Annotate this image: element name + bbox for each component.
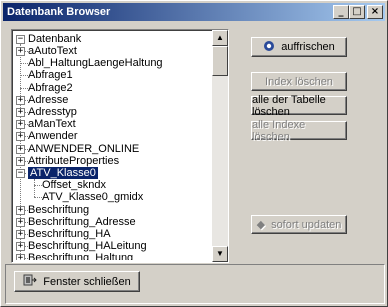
tree-item-label: ANWENDER_ONLINE xyxy=(28,142,140,155)
tree-item-label: Offset_skndx xyxy=(42,179,106,192)
tree-content: − Datenbank + aAutoText Abl_HaltungLaengeH… xyxy=(14,32,212,260)
tree-item-label: aManText xyxy=(28,118,76,131)
tree-child-guide-line xyxy=(34,179,35,198)
minimize-button[interactable]: _ xyxy=(333,5,349,19)
close-button[interactable]: × xyxy=(367,5,383,19)
tree-item[interactable]: ATV_Klasse0 xyxy=(27,166,99,180)
database-tree[interactable]: − Datenbank + aAutoText Abl_HaltungLaengeH… xyxy=(11,29,229,263)
tree-item-label: Abl_HaltungLaengeHaltung xyxy=(28,57,163,70)
delete-index-button[interactable]: Index löschen xyxy=(251,72,347,91)
delete-all-indexes-label: alle Indexe löschen xyxy=(252,118,306,143)
update-now-button[interactable]: ◆ sofort updaten xyxy=(251,215,347,234)
scroll-up-arrow-icon[interactable]: ▲ xyxy=(212,30,228,46)
root-collapse-icon[interactable]: − xyxy=(16,35,25,44)
tree-item[interactable]: Abfrage1 xyxy=(28,69,73,82)
update-now-label: sofort updaten xyxy=(271,218,342,231)
tree-item[interactable]: ANWENDER_ONLINE xyxy=(28,143,139,156)
tree-item[interactable]: aAutoText xyxy=(28,45,77,58)
tree-item[interactable]: Anwender xyxy=(28,130,78,143)
tree-item[interactable]: Abfrage2 xyxy=(28,82,73,95)
tree-item-label: Anwender xyxy=(28,130,78,143)
tree-item-label: AttributeProperties xyxy=(28,154,120,167)
expand-icon[interactable]: + xyxy=(16,254,25,260)
exit-door-icon xyxy=(23,274,37,289)
tree-root-label: Datenbank xyxy=(28,33,82,45)
expand-icon[interactable]: + xyxy=(16,230,25,239)
tree-item[interactable]: Beschriftung xyxy=(28,204,89,217)
tree-connector-line xyxy=(34,197,42,199)
expand-icon[interactable]: + xyxy=(16,144,25,154)
tree-item-label: Beschriftung_HA xyxy=(28,228,111,240)
tree-item-label: Beschriftung xyxy=(28,203,90,216)
expand-icon[interactable]: + xyxy=(16,47,25,56)
tree-connector-line xyxy=(20,63,28,65)
scroll-down-arrow-icon[interactable]: ▼ xyxy=(212,246,228,262)
expand-icon[interactable]: + xyxy=(16,95,25,105)
tree-connector-line xyxy=(20,87,28,89)
refresh-label: auffrischen xyxy=(281,41,335,53)
tree-item[interactable]: AttributeProperties xyxy=(28,155,119,168)
tree-item[interactable]: Beschriftung_Haltung xyxy=(28,252,133,260)
tree-child-item[interactable]: ATV_Klasse0_gmidx xyxy=(42,191,143,204)
tree-connector-line xyxy=(34,185,42,187)
tree-item-label: Beschriftung_HALeitung xyxy=(28,240,147,253)
delete-index-label: Index löschen xyxy=(265,75,333,88)
maximize-button[interactable]: □ xyxy=(349,5,365,19)
expand-icon[interactable]: + xyxy=(16,108,25,117)
tree-item[interactable]: Adresse xyxy=(28,94,68,107)
tree-connector-line xyxy=(20,75,28,77)
tree-item[interactable]: Adresstyp xyxy=(28,106,77,119)
delete-table-all-label: alle der Tabelle löschen xyxy=(252,93,326,118)
tree-item[interactable]: Beschriftung_Adresse xyxy=(28,216,136,229)
tree-child-item[interactable]: Offset_skndx xyxy=(42,179,106,192)
expand-icon[interactable]: + xyxy=(16,156,25,166)
datenbank-browser-window: Datenbank Browser _ □ × − Datenbank + aAu… xyxy=(0,0,388,307)
tree-item[interactable]: Beschriftung_HA xyxy=(28,228,111,241)
tree-item-label: aAutoText xyxy=(28,45,77,57)
tree-item-label: Adresse xyxy=(28,93,69,106)
expand-icon[interactable]: + xyxy=(16,217,25,227)
tree-item-label: Beschriftung_Adresse xyxy=(28,215,136,228)
close-window-button[interactable]: Fenster schließen xyxy=(14,271,140,292)
expand-icon[interactable]: + xyxy=(16,132,25,142)
tree-item[interactable]: aManText xyxy=(28,118,76,131)
delete-all-indexes-button[interactable]: alle Indexe löschen xyxy=(251,118,347,143)
expand-icon[interactable]: + xyxy=(16,242,25,252)
tree-item[interactable]: Abl_HaltungLaengeHaltung xyxy=(28,57,163,70)
tree-item[interactable]: Beschriftung_HALeitung xyxy=(28,240,147,253)
close-window-label: Fenster schließen xyxy=(43,275,131,288)
bottom-panel: Fenster schließen xyxy=(5,264,385,304)
title-bar[interactable]: Datenbank Browser _ □ × xyxy=(3,3,385,21)
tree-item-label: Abfrage2 xyxy=(28,81,73,94)
expand-icon[interactable]: + xyxy=(16,205,25,215)
expand-icon[interactable]: + xyxy=(16,120,25,130)
tree-item-label: Abfrage1 xyxy=(28,69,73,82)
tree-item-label: ATV_Klasse0 xyxy=(27,166,99,180)
collapse-icon[interactable]: − xyxy=(16,169,25,178)
window-title: Datenbank Browser xyxy=(7,6,111,18)
refresh-icon xyxy=(263,40,275,55)
update-arrow-icon: ◆ xyxy=(256,219,266,231)
tree-item-label: Adresstyp xyxy=(28,106,77,118)
refresh-button[interactable]: auffrischen xyxy=(251,37,347,57)
tree-item-label: ATV_Klasse0_gmidx xyxy=(42,191,144,204)
tree-item-label: Beschriftung_Haltung xyxy=(28,252,134,260)
tree-scrollbar[interactable]: ▲ ▼ xyxy=(212,30,228,262)
delete-table-all-button[interactable]: alle der Tabelle löschen xyxy=(251,93,347,118)
scroll-thumb[interactable] xyxy=(212,46,228,76)
